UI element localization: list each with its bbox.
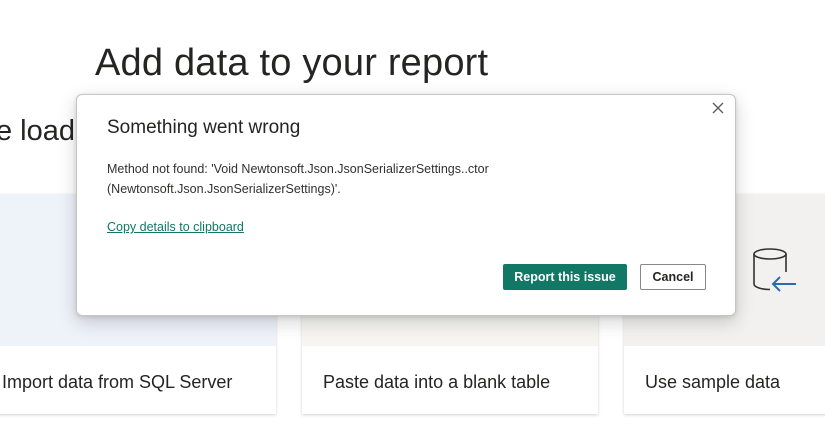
card-label: Use sample data	[645, 372, 781, 392]
error-dialog: Something went wrong Method not found: '…	[76, 94, 736, 316]
card-label: Paste data into a blank table	[323, 372, 551, 392]
close-icon[interactable]	[709, 99, 727, 117]
database-import-icon	[753, 248, 796, 292]
report-issue-button[interactable]: Report this issue	[503, 264, 627, 290]
cancel-button[interactable]: Cancel	[640, 264, 706, 290]
page-subtitle: e load	[0, 115, 76, 147]
dialog-title: Something went wrong	[107, 117, 301, 138]
error-message: Method not found: 'Void Newtonsoft.Json.…	[107, 162, 489, 196]
copy-details-link[interactable]: Copy details to clipboard	[107, 220, 244, 234]
page-title: Add data to your report	[95, 42, 489, 84]
card-label: Import data from SQL Server	[2, 372, 233, 392]
